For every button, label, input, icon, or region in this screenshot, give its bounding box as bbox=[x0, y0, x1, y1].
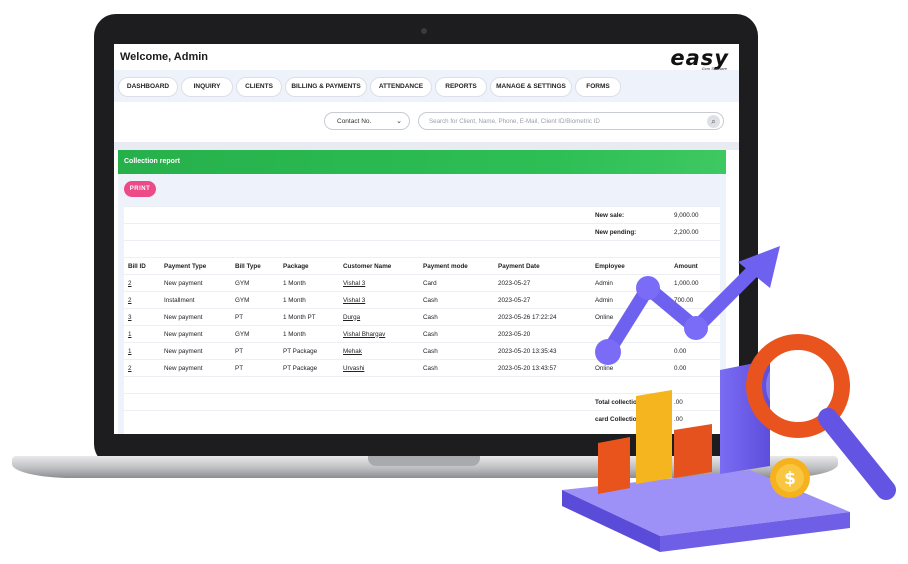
table-cell: GYM bbox=[231, 325, 279, 343]
summary-row: New sale: 9,000.00 bbox=[124, 206, 720, 224]
trend-point bbox=[636, 276, 660, 300]
dollar-sign-icon: $ bbox=[784, 469, 796, 489]
summary-value: 2,200.00 bbox=[670, 223, 720, 241]
welcome-text: Welcome, Admin bbox=[120, 51, 209, 63]
nav-manage-settings[interactable]: MANAGE & SETTINGS bbox=[490, 77, 572, 97]
summary-label: New pending: bbox=[591, 223, 670, 241]
bill-id-link[interactable]: 1 bbox=[124, 342, 160, 360]
nav-billing-payments[interactable]: BILLING & PAYMENTS bbox=[285, 77, 367, 97]
table-cell: PT bbox=[231, 342, 279, 360]
search-type-value: Contact No. bbox=[337, 118, 372, 125]
table-cell: PT bbox=[231, 359, 279, 377]
table-cell: Card bbox=[419, 274, 494, 292]
report-title: Collection report bbox=[124, 158, 181, 165]
nav-clients[interactable]: CLIENTS bbox=[236, 77, 282, 97]
table-cell: Cash bbox=[419, 325, 494, 343]
magnifier-handle bbox=[818, 408, 896, 500]
customer-name-link[interactable]: Vishal 3 bbox=[339, 274, 419, 292]
growth-chart-illustration: $ bbox=[562, 246, 896, 552]
bar-yellow bbox=[636, 390, 672, 484]
table-cell: New payment bbox=[160, 274, 231, 292]
table-cell: Cash bbox=[419, 359, 494, 377]
search-input[interactable]: Search for Client, Name, Phone, E-Mail, … bbox=[418, 112, 724, 130]
report-header: Collection report bbox=[118, 150, 726, 174]
main-nav: DASHBOARD INQUIRY CLIENTS BILLING & PAYM… bbox=[114, 70, 739, 102]
table-cell: 1 Month PT bbox=[279, 308, 339, 326]
brand-logo[interactable]: easy bbox=[670, 48, 729, 69]
table-cell: 1 Month bbox=[279, 291, 339, 309]
top-bar: Welcome, Admin easy Gym Software bbox=[114, 44, 739, 72]
table-cell: 1 Month bbox=[279, 325, 339, 343]
table-cell: Cash bbox=[419, 291, 494, 309]
customer-name-link[interactable]: Vishal Bhargav bbox=[339, 325, 419, 343]
column-header: Bill Type bbox=[231, 257, 279, 275]
table-cell: 1 Month bbox=[279, 274, 339, 292]
divider bbox=[114, 142, 739, 150]
table-cell: New payment bbox=[160, 359, 231, 377]
table-cell: Installment bbox=[160, 291, 231, 309]
table-cell: New payment bbox=[160, 308, 231, 326]
bill-id-link[interactable]: 2 bbox=[124, 291, 160, 309]
bar-orange-left bbox=[598, 437, 630, 494]
nav-reports[interactable]: REPORTS bbox=[435, 77, 487, 97]
search-row: Contact No. ⌄ Search for Client, Name, P… bbox=[114, 102, 739, 142]
trend-line bbox=[601, 257, 767, 359]
summary-row: New pending: 2,200.00 bbox=[124, 223, 720, 241]
table-cell: New payment bbox=[160, 325, 231, 343]
bill-id-link[interactable]: 1 bbox=[124, 325, 160, 343]
nav-attendance[interactable]: ATTENDANCE bbox=[370, 77, 432, 97]
summary-value: 9,000.00 bbox=[670, 206, 720, 224]
nav-inquiry[interactable]: INQUIRY bbox=[181, 77, 233, 97]
table-cell: GYM bbox=[231, 274, 279, 292]
bill-id-link[interactable]: 3 bbox=[124, 308, 160, 326]
table-cell: Cash bbox=[419, 308, 494, 326]
column-header: Payment mode bbox=[419, 257, 494, 275]
customer-name-link[interactable]: Vishal 3 bbox=[339, 291, 419, 309]
laptop-notch bbox=[368, 456, 480, 466]
nav-dashboard[interactable]: DASHBOARD bbox=[118, 77, 178, 97]
customer-name-link[interactable]: Mehak bbox=[339, 342, 419, 360]
table-cell: PT bbox=[231, 308, 279, 326]
table-cell: PT Package bbox=[279, 359, 339, 377]
trend-point bbox=[595, 339, 621, 365]
column-header: Package bbox=[279, 257, 339, 275]
bill-id-link[interactable]: 2 bbox=[124, 274, 160, 292]
bar-orange-right bbox=[674, 424, 712, 478]
magnifier-lens bbox=[766, 354, 830, 418]
nav-forms[interactable]: FORMS bbox=[575, 77, 621, 97]
column-header: Payment Type bbox=[160, 257, 231, 275]
search-placeholder: Search for Client, Name, Phone, E-Mail, … bbox=[429, 118, 600, 125]
customer-name-link[interactable]: Urvashi bbox=[339, 359, 419, 377]
table-cell: Cash bbox=[419, 342, 494, 360]
bill-id-link[interactable]: 2 bbox=[124, 359, 160, 377]
search-type-select[interactable]: Contact No. ⌄ bbox=[324, 112, 410, 130]
trend-point bbox=[684, 316, 708, 340]
table-cell: GYM bbox=[231, 291, 279, 309]
customer-name-link[interactable]: Durga bbox=[339, 308, 419, 326]
webcam-icon bbox=[421, 28, 427, 34]
table-cell: PT Package bbox=[279, 342, 339, 360]
column-header: Customer Name bbox=[339, 257, 419, 275]
table-cell: New payment bbox=[160, 342, 231, 360]
print-button[interactable]: PRINT bbox=[124, 181, 156, 197]
search-icon[interactable]: ⌕ bbox=[707, 115, 720, 128]
chevron-down-icon: ⌄ bbox=[396, 118, 402, 125]
summary-label: New sale: bbox=[591, 206, 670, 224]
column-header: Bill ID bbox=[124, 257, 160, 275]
